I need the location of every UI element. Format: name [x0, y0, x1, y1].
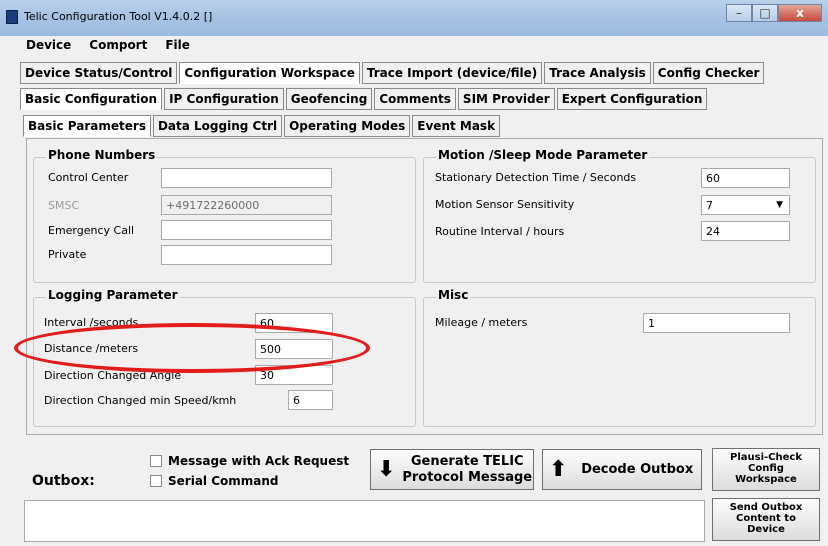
smsc-label: SMSC — [48, 199, 80, 212]
control-center-label: Control Center — [48, 171, 129, 184]
send-line1: Send Outbox — [729, 502, 803, 513]
tab-device-status-control[interactable]: Device Status/Control — [20, 62, 178, 84]
serial-command-checkbox[interactable] — [150, 475, 162, 487]
tab-event-mask[interactable]: Event Mask — [412, 115, 501, 137]
plausi-line2: Config — [748, 463, 784, 474]
motion-sensitivity-select[interactable]: 7 ▼ — [701, 195, 790, 215]
plausi-line3: Workspace — [735, 474, 797, 485]
menu-comport[interactable]: Comport — [85, 36, 153, 58]
distance-highlight-annotation — [14, 323, 370, 373]
smsc-input: +491722260000 — [161, 195, 332, 215]
motion-sleep-title: Motion /Sleep Mode Parameter — [436, 148, 650, 162]
stationary-detection-label: Stationary Detection Time / Seconds — [435, 171, 637, 184]
direction-speed-input[interactable]: 6 — [288, 390, 333, 410]
app-icon — [6, 10, 18, 24]
generate-telic-button[interactable]: ⬇ Generate TELIC Protocol Message — [370, 449, 534, 490]
ack-request-checkbox[interactable] — [150, 455, 162, 467]
window-controls: – □ x — [726, 4, 822, 22]
ack-request-row: Message with Ack Request — [150, 454, 349, 468]
send-outbox-button[interactable]: Send Outbox Content to Device — [712, 498, 820, 541]
menu-file[interactable]: File — [161, 36, 196, 58]
arrow-down-icon: ⬇ — [377, 456, 396, 482]
generate-telic-line2: Protocol Message — [402, 469, 533, 485]
misc-title: Misc — [436, 288, 471, 302]
plausi-line1: Plausi-Check — [730, 452, 802, 463]
chevron-down-icon[interactable]: ▼ — [776, 199, 783, 212]
tab-basic-configuration[interactable]: Basic Configuration — [20, 88, 163, 110]
outbox-textarea[interactable] — [24, 500, 705, 542]
stationary-detection-input[interactable]: 60 — [701, 168, 790, 188]
private-label: Private — [48, 248, 87, 261]
generate-telic-line1: Generate TELIC — [410, 453, 524, 469]
motion-sensitivity-value: 7 — [706, 199, 713, 212]
generate-telic-text: Generate TELIC Protocol Message — [401, 454, 533, 486]
tab-geofencing[interactable]: Geofencing — [285, 88, 373, 110]
app-window: Telic Configuration Tool V1.4.0.2 [] – □… — [0, 0, 828, 546]
tab-trace-analysis[interactable]: Trace Analysis — [544, 62, 651, 84]
maximize-button[interactable]: □ — [752, 4, 778, 22]
private-input[interactable] — [161, 245, 332, 265]
outbox-label: Outbox: — [32, 473, 95, 489]
motion-sensitivity-label: Motion Sensor Sensitivity — [435, 198, 575, 211]
plausi-check-button[interactable]: Plausi-Check Config Workspace — [712, 448, 820, 491]
config-tab-bar: Basic Configuration IP Configuration Geo… — [20, 88, 709, 110]
tab-sim-provider[interactable]: SIM Provider — [457, 88, 555, 110]
serial-command-label: Serial Command — [168, 474, 279, 488]
emergency-call-input[interactable] — [161, 220, 332, 240]
logging-parameter-title: Logging Parameter — [46, 288, 180, 302]
tab-config-checker[interactable]: Config Checker — [652, 62, 765, 84]
routine-interval-label: Routine Interval / hours — [435, 225, 565, 238]
send-line3: Device — [747, 524, 785, 535]
serial-command-row: Serial Command — [150, 474, 279, 488]
mileage-input[interactable]: 1 — [643, 313, 790, 333]
tab-basic-parameters[interactable]: Basic Parameters — [23, 115, 151, 137]
tab-operating-modes[interactable]: Operating Modes — [284, 115, 411, 137]
decode-outbox-button[interactable]: ⬆ Decode Outbox — [542, 449, 702, 490]
minimize-button[interactable]: – — [726, 4, 752, 22]
ack-request-label: Message with Ack Request — [168, 454, 350, 468]
menu-bar: Device Comport File — [0, 36, 828, 58]
close-button[interactable]: x — [778, 4, 822, 22]
control-center-input[interactable] — [161, 168, 332, 188]
tab-data-logging-ctrl[interactable]: Data Logging Ctrl — [152, 115, 283, 137]
decode-outbox-label: Decode Outbox — [581, 461, 694, 477]
title-bar: Telic Configuration Tool V1.4.0.2 [] – □… — [0, 0, 828, 36]
window-title: Telic Configuration Tool V1.4.0.2 [] — [24, 10, 213, 23]
basic-tab-bar: Basic Parameters Data Logging Ctrl Opera… — [23, 115, 502, 137]
tab-expert-configuration[interactable]: Expert Configuration — [556, 88, 708, 110]
routine-interval-input[interactable]: 24 — [701, 221, 790, 241]
direction-speed-label: Direction Changed min Speed/kmh — [44, 394, 237, 407]
arrow-up-icon: ⬆ — [549, 456, 568, 482]
emergency-call-label: Emergency Call — [48, 224, 135, 237]
tab-ip-configuration[interactable]: IP Configuration — [164, 88, 284, 110]
phone-numbers-title: Phone Numbers — [46, 148, 158, 162]
tab-comments[interactable]: Comments — [374, 88, 456, 110]
tab-configuration-workspace[interactable]: Configuration Workspace — [179, 62, 360, 84]
send-line2: Content to — [736, 513, 796, 524]
main-tab-bar: Device Status/Control Configuration Work… — [20, 62, 766, 84]
mileage-label: Mileage / meters — [435, 316, 528, 329]
tab-trace-import[interactable]: Trace Import (device/file) — [361, 62, 543, 84]
menu-device[interactable]: Device — [0, 36, 77, 58]
